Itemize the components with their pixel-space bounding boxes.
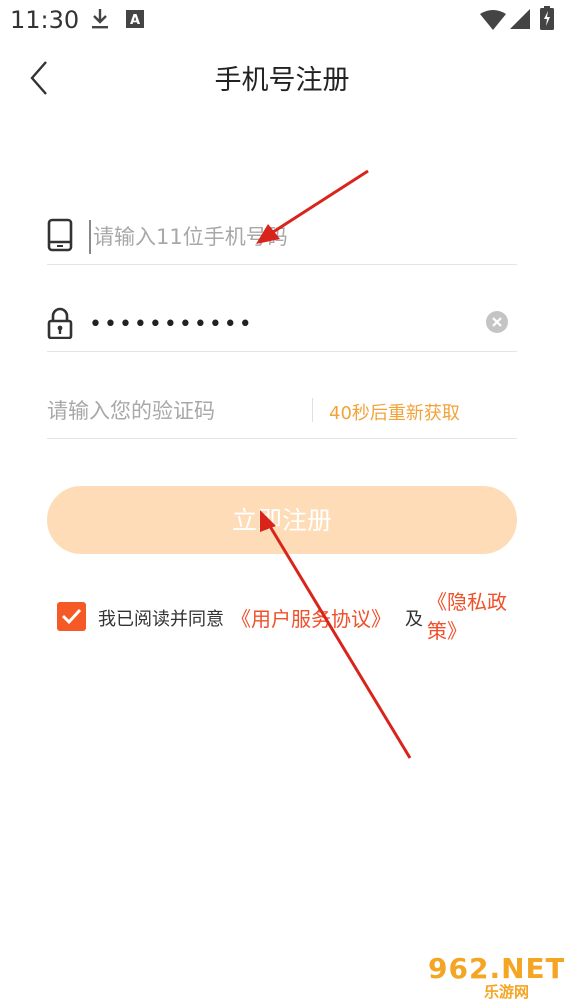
- checkmark-icon: [61, 608, 82, 625]
- phone-icon: [47, 218, 73, 252]
- nav-bar: 手机号注册: [0, 40, 564, 116]
- clear-icon[interactable]: [486, 311, 508, 333]
- wifi-icon: [480, 10, 506, 30]
- lock-icon: [47, 307, 73, 339]
- status-bar: 11:30 A: [0, 0, 564, 40]
- register-button[interactable]: 立即注册: [47, 486, 517, 554]
- download-icon: [92, 9, 108, 29]
- watermark-sub: 乐游网: [484, 983, 530, 1001]
- code-field: 40秒后重新获取: [47, 368, 517, 439]
- agreement-row: 我已阅读并同意 《用户服务协议》 及 《隐私政策》: [57, 588, 527, 658]
- battery-charging-icon: [540, 6, 554, 30]
- phone-field: [47, 194, 517, 265]
- terms-link[interactable]: 《用户服务协议》: [231, 603, 391, 632]
- status-time: 11:30: [10, 6, 80, 34]
- password-field: [47, 281, 517, 352]
- and-text: 及: [405, 609, 423, 630]
- agree-text: 我已阅读并同意: [98, 609, 224, 630]
- code-input[interactable]: [47, 394, 302, 428]
- accessibility-icon: A: [126, 10, 144, 28]
- watermark-logo: 962.NET 乐游网: [424, 952, 564, 1001]
- password-input[interactable]: [89, 307, 479, 341]
- resend-code-button[interactable]: 40秒后重新获取: [329, 399, 460, 425]
- agree-checkbox[interactable]: [57, 602, 86, 631]
- page-title: 手机号注册: [214, 65, 350, 96]
- code-divider: [312, 398, 313, 422]
- phone-input[interactable]: [89, 220, 493, 254]
- privacy-link[interactable]: 《隐私政策》: [427, 588, 517, 646]
- svg-text:A: A: [130, 13, 140, 28]
- signal-icon: [510, 9, 530, 29]
